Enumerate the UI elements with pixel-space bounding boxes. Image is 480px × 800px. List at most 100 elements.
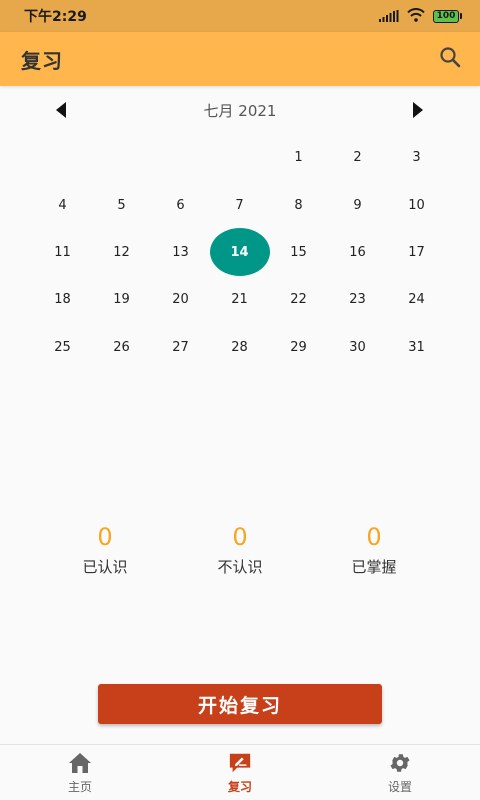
calendar-day-label: 5 (117, 197, 126, 213)
calendar-day[interactable]: 8 (269, 181, 328, 228)
calendar-day-label: 28 (231, 339, 248, 355)
calendar-day-selected[interactable]: 14 (210, 229, 269, 276)
calendar-day-label: 16 (349, 244, 366, 260)
calendar-day[interactable]: 17 (387, 229, 446, 276)
wifi-icon (407, 7, 425, 26)
stat-unknown-value: 0 (232, 523, 248, 551)
stat-unknown-label: 不认识 (217, 558, 263, 576)
calendar-day-label: 24 (408, 292, 425, 308)
calendar-day-label: 12 (113, 244, 130, 260)
stat-mastered: 0 已掌握 (314, 520, 434, 577)
stat-mastered-label: 已掌握 (351, 558, 397, 576)
calendar-day-label: 4 (58, 197, 67, 213)
calendar-day[interactable]: 2 (328, 134, 387, 181)
gear-icon (388, 751, 412, 775)
calendar-day[interactable]: 19 (92, 276, 151, 323)
stat-known-value: 0 (97, 523, 113, 551)
review-icon (228, 751, 252, 775)
calendar-day-label: 17 (408, 244, 425, 260)
calendar-day[interactable]: 21 (210, 276, 269, 323)
calendar-blank (210, 134, 269, 181)
calendar-blank (151, 134, 210, 181)
nav-item-settings[interactable]: 设置 (320, 745, 480, 800)
calendar-day-label: 13 (172, 244, 189, 260)
calendar-day-label: 7 (235, 197, 244, 213)
nav-label-home: 主页 (67, 779, 92, 794)
calendar-day-label: 22 (290, 292, 307, 308)
calendar-day-label: 31 (408, 339, 425, 355)
status-time: 下午2:29 (24, 9, 87, 25)
calendar-day[interactable]: 27 (151, 324, 210, 371)
next-month-icon[interactable] (413, 102, 423, 118)
calendar-blank (33, 134, 92, 181)
calendar-day-label: 21 (231, 292, 248, 308)
nav-item-review[interactable]: 复习 (160, 745, 320, 800)
battery-level: 100 (433, 9, 459, 23)
calendar-day[interactable]: 31 (387, 324, 446, 371)
calendar-day[interactable]: 28 (210, 324, 269, 371)
calendar-day[interactable]: 24 (387, 276, 446, 323)
calendar-day-label: 2 (353, 150, 362, 166)
calendar-day[interactable]: 4 (33, 181, 92, 228)
month-label: 七月 2021 (203, 102, 277, 120)
calendar-blank (92, 134, 151, 181)
calendar-day[interactable]: 29 (269, 324, 328, 371)
calendar-day-label: 6 (176, 197, 185, 213)
stat-known-label: 已认识 (82, 558, 128, 576)
status-icons: 100 (379, 7, 462, 26)
calendar-header: 七月 2021 (0, 94, 480, 126)
calendar-day-label: 18 (54, 292, 71, 308)
calendar-day[interactable]: 1 (269, 134, 328, 181)
calendar-day-label: 30 (349, 339, 366, 355)
calendar-day-label: 10 (408, 197, 425, 213)
calendar-day[interactable]: 13 (151, 229, 210, 276)
calendar-day[interactable]: 18 (33, 276, 92, 323)
nav-label-review: 复习 (227, 779, 252, 794)
stat-known: 0 已认识 (45, 520, 165, 577)
signal-icon (379, 7, 399, 26)
calendar-day-label: 23 (349, 292, 366, 308)
calendar-day[interactable]: 15 (269, 229, 328, 276)
calendar-day[interactable]: 16 (328, 229, 387, 276)
calendar-day[interactable]: 10 (387, 181, 446, 228)
calendar-day-label: 3 (412, 150, 421, 166)
calendar-day[interactable]: 6 (151, 181, 210, 228)
calendar-day-label: 27 (172, 339, 189, 355)
nav-item-home[interactable]: 主页 (0, 745, 160, 800)
stat-unknown: 0 不认识 (180, 520, 300, 577)
calendar-day-label: 25 (54, 339, 71, 355)
calendar-day-label: 14 (230, 244, 249, 260)
nav-label-settings: 设置 (387, 779, 412, 794)
calendar-grid: 1 2 3 4 5 6 7 8 9 10 11 12 13 14 15 16 17 18 19 20 21 22 23 24 2… (33, 134, 446, 371)
calendar-day[interactable]: 12 (92, 229, 151, 276)
calendar-day[interactable]: 5 (92, 181, 151, 228)
calendar-day-label: 15 (290, 244, 307, 260)
battery-icon: 100 (433, 9, 462, 23)
calendar-day-label: 9 (353, 197, 362, 213)
app-bar: 复习 (0, 32, 480, 86)
calendar-day[interactable]: 3 (387, 134, 446, 181)
calendar-day-label: 20 (172, 292, 189, 308)
calendar-day-label: 1 (294, 150, 303, 166)
page-title: 复习 (21, 48, 63, 73)
start-review-button[interactable]: 开始复习 (98, 684, 382, 724)
calendar-day-label: 11 (54, 244, 71, 260)
calendar-day-label: 26 (113, 339, 130, 355)
calendar-day-label: 29 (290, 339, 307, 355)
calendar-day[interactable]: 25 (33, 324, 92, 371)
calendar-day[interactable]: 26 (92, 324, 151, 371)
calendar-day[interactable]: 11 (33, 229, 92, 276)
bottom-nav: 主页 复习 设置 (0, 744, 480, 800)
status-bar: 下午2:29 100 (0, 0, 480, 32)
calendar-day[interactable]: 23 (328, 276, 387, 323)
calendar-day-label: 8 (294, 197, 303, 213)
search-icon[interactable] (438, 45, 462, 73)
calendar-day[interactable]: 7 (210, 181, 269, 228)
calendar-day[interactable]: 22 (269, 276, 328, 323)
calendar-day[interactable]: 9 (328, 181, 387, 228)
stat-mastered-value: 0 (366, 523, 382, 551)
home-icon (68, 751, 92, 775)
calendar-day[interactable]: 20 (151, 276, 210, 323)
calendar-day[interactable]: 30 (328, 324, 387, 371)
calendar-day-label: 19 (113, 292, 130, 308)
